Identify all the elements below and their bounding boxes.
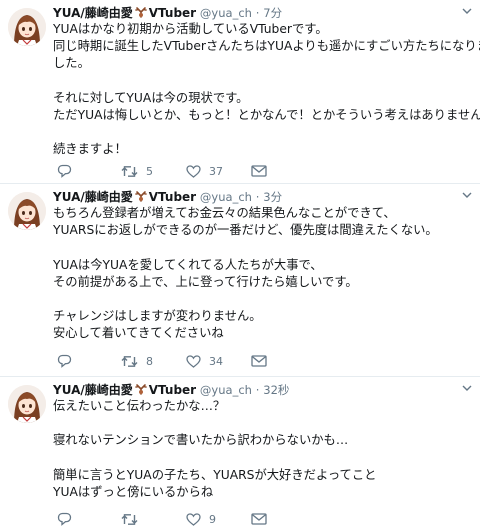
tweet-line: した。 [53,56,90,71]
antlers-emoji-icon [134,191,147,202]
reply-icon [57,354,72,368]
retweet-count: 5 [146,164,153,178]
antlers-emoji-icon [134,384,147,395]
separator-dot: · [255,190,260,204]
tweet-text: YUAはかなり初期から活動しているVTuberです。同じ時期に誕生したVTube… [53,21,480,159]
direct-message-button[interactable] [251,163,267,179]
retweet-icon [121,165,138,177]
display-name[interactable]: YUA/藤崎由愛 [53,383,133,397]
retweet-button[interactable]: 5 [121,163,153,179]
reply-icon [57,164,72,178]
tweet-feed: YUA/藤崎由愛 VTuber @yua_ch · 7分 YUAはかなり初期から… [0,0,480,532]
separator-dot: · [255,383,260,397]
tweet-line: チャレンジはしますが変わりません。 [53,309,262,324]
retweet-icon [121,355,138,367]
tweet-line: もちろん登録者が増えてお金云々の結果色んなことができて、 [53,206,396,220]
chevron-down-icon[interactable] [462,192,472,198]
user-handle[interactable]: @yua_ch [200,6,252,20]
like-button[interactable]: 37 [186,163,223,179]
heart-icon [186,512,201,526]
tweet-header: YUA/藤崎由愛 VTuber @yua_ch · 3分 [53,188,458,206]
tweet-line: YUAは今YUAを愛してくれてる人たちが大事で、 [53,257,323,272]
like-button[interactable]: 34 [186,353,223,369]
envelope-icon [251,165,267,177]
tweet-line: YUARSにお返しができるのが一番だけど、優先度は間違えたくない。 [53,223,438,238]
retweet-count: 8 [146,354,153,368]
tweet-header: YUA/藤崎由愛 VTuber @yua_ch · 32秒 [53,381,458,399]
retweet-icon [121,513,138,525]
tweet-3[interactable]: YUA/藤崎由愛 VTuber @yua_ch · 32秒 伝えたいこと伝わった… [0,377,480,532]
timestamp[interactable]: 32秒 [263,383,289,397]
envelope-icon [251,355,267,367]
heart-icon [186,164,201,178]
reply-icon [57,512,72,526]
tweet-line: 続きますよ！ [53,142,127,157]
display-name-suffix[interactable]: VTuber [149,6,196,20]
retweet-button[interactable] [121,511,146,527]
like-count: 37 [209,164,223,178]
chevron-down-icon[interactable] [462,8,472,14]
timestamp[interactable]: 7分 [263,6,282,20]
avatar[interactable] [8,192,46,230]
like-count: 34 [209,354,223,368]
tweet-1[interactable]: YUA/藤崎由愛 VTuber @yua_ch · 7分 YUAはかなり初期から… [0,0,480,184]
antlers-emoji-icon [134,7,147,18]
tweet-text: 伝えたいこと伝わったかな…？ 寝れないテンションで書いたから訳わからないかも… 簡単… [53,398,474,501]
reply-button[interactable] [57,511,80,527]
retweet-button[interactable]: 8 [121,353,153,369]
display-name[interactable]: YUA/藤崎由愛 [53,190,133,204]
like-count: 9 [209,512,216,526]
tweet-header: YUA/藤崎由愛 VTuber @yua_ch · 7分 [53,4,458,22]
separator-dot: · [255,6,260,20]
tweet-2[interactable]: YUA/藤崎由愛 VTuber @yua_ch · 3分 もちろん登録者が増えて… [0,184,480,377]
tweet-line: その前提がある上で、上に登って行けたら嬉しいです。 [53,274,358,289]
heart-icon [186,354,201,368]
tweet-line: 簡単に言うとYUAの子たち、YUARSが大好きだよってこと [53,467,377,482]
timestamp[interactable]: 3分 [263,190,282,204]
display-name-suffix[interactable]: VTuber [149,383,196,397]
envelope-icon [251,513,267,525]
avatar[interactable] [8,385,46,423]
user-handle[interactable]: @yua_ch [200,383,252,397]
display-name-suffix[interactable]: VTuber [149,190,196,204]
avatar[interactable] [8,8,46,46]
direct-message-button[interactable] [251,511,267,527]
tweet-line: 同じ時期に誕生したVTuberさんたちはYUAよりも遥かにすごい方たちになりま [53,39,480,54]
chevron-down-icon[interactable] [462,385,472,391]
display-name[interactable]: YUA/藤崎由愛 [53,6,133,20]
tweet-text: もちろん登録者が増えてお金云々の結果色んなことができて、 YUARSにお返しができ… [53,205,474,343]
tweet-line: 安心して着いてきてくださいね [53,326,224,341]
tweet-line: YUAはかなり初期から活動しているVTuberです。 [53,22,328,36]
reply-button[interactable] [57,163,80,179]
reply-button[interactable] [57,353,80,369]
tweet-line: 寝れないテンションで書いたから訳わからないかも… [53,433,349,448]
tweet-line: 伝えたいこと伝わったかな…？ [53,399,226,413]
tweet-line: それに対してYUAは今の現状です。 [53,90,249,105]
direct-message-button[interactable] [251,353,267,369]
tweet-line: ただYUAは悔しいとか、もっと！とかなんで！とかそういう考えはありません。 [53,108,480,122]
tweet-line: YUAはずっと傍にいるからね [53,484,214,499]
user-handle[interactable]: @yua_ch [200,190,252,204]
like-button[interactable]: 9 [186,511,216,527]
